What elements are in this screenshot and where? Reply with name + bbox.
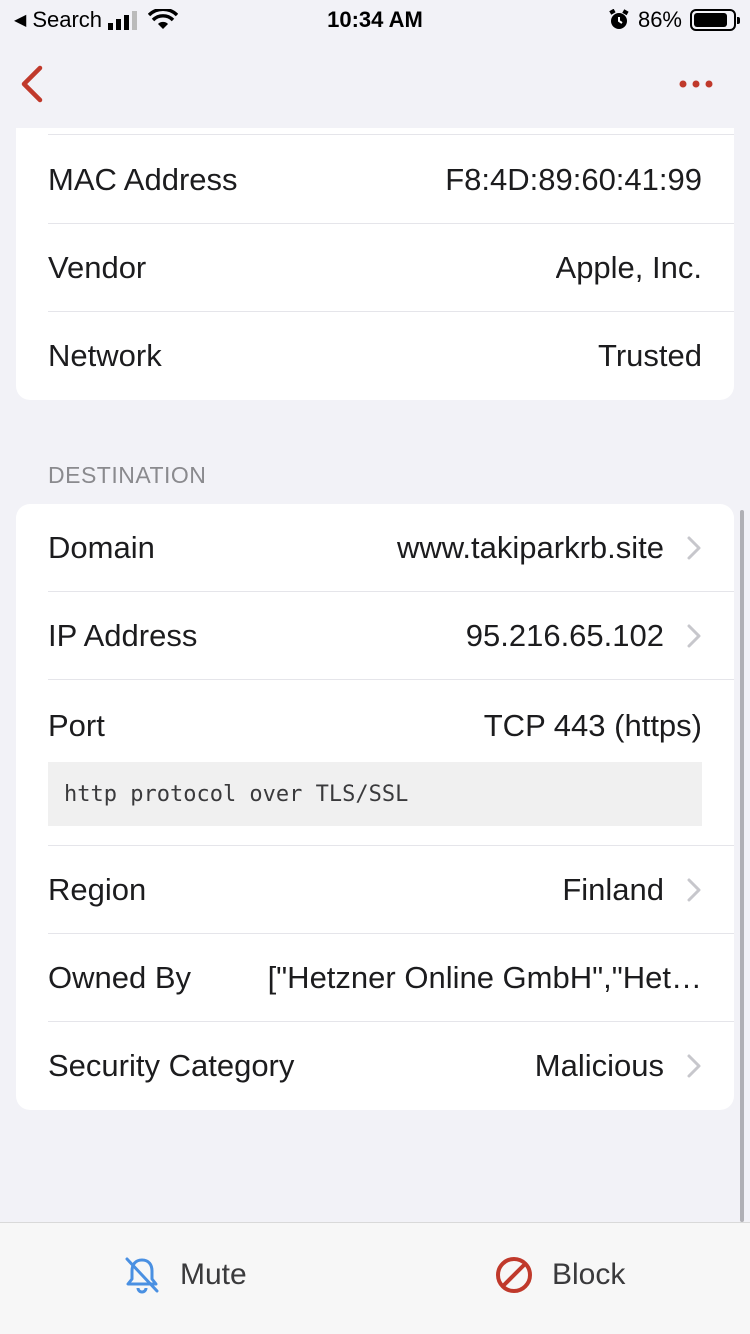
row-label: Domain: [48, 529, 155, 565]
block-button[interactable]: Block: [494, 1255, 625, 1295]
chevron-right-icon: [687, 624, 701, 647]
mute-label: Mute: [180, 1258, 247, 1291]
chevron-right-icon: [687, 536, 701, 559]
row-domain[interactable]: Domain www.takiparkrb.site: [48, 504, 734, 592]
bottom-toolbar: Mute Block: [0, 1222, 750, 1334]
row-label: Security Category: [48, 1048, 295, 1083]
port-description: http protocol over TLS/SSL: [48, 762, 702, 826]
device-details-card: MAC Address F8:4D:89:60:41:99 Vendor App…: [16, 128, 734, 400]
back-chevron-icon[interactable]: [14, 64, 54, 104]
row-network: Network Trusted: [48, 312, 734, 400]
row-region[interactable]: Region Finland: [48, 846, 734, 934]
row-label: Region: [48, 871, 147, 907]
battery-percent: 86%: [637, 7, 682, 32]
row-value: Trusted: [598, 338, 702, 373]
row-vendor: Vendor Apple, Inc.: [48, 224, 734, 312]
alarm-icon: [609, 9, 629, 29]
section-header-destination: DESTINATION: [48, 462, 207, 488]
destination-card: Domain www.takiparkrb.site IP Address 95…: [16, 504, 734, 1110]
chevron-right-icon: [687, 1054, 701, 1078]
row-value: ["Hetzner Online GmbH","Het…: [267, 959, 702, 995]
battery-level-fill: [694, 13, 727, 27]
prohibited-icon: [496, 1257, 532, 1293]
row-label: Vendor: [48, 249, 147, 285]
row-value: Apple, Inc.: [555, 249, 702, 285]
row-value: 95.216.65.102: [465, 617, 664, 653]
row-label: IP Address: [48, 617, 198, 653]
block-label: Block: [552, 1258, 626, 1291]
status-bar: ◀ Search 10:34 AM 86%: [0, 0, 750, 40]
chevron-right-icon: [687, 878, 701, 901]
row-label: Port: [48, 708, 105, 743]
row-label: Owned By: [48, 959, 192, 995]
row-mac-address: MAC Address F8:4D:89:60:41:99: [48, 136, 734, 224]
battery-icon: [690, 9, 740, 31]
bell-slash-icon: [125, 1257, 159, 1294]
row-value: Finland: [562, 871, 664, 907]
row-ip-address[interactable]: IP Address 95.216.65.102: [48, 592, 734, 680]
scrollbar[interactable]: [740, 510, 744, 1222]
row-value: F8:4D:89:60:41:99: [445, 161, 702, 197]
row-value: TCP 443 (https): [483, 708, 702, 743]
row-value: www.takiparkrb.site: [396, 529, 664, 565]
row-owned-by: Owned By ["Hetzner Online GmbH","Het…: [48, 934, 734, 1022]
row-security-category[interactable]: Security Category Malicious: [48, 1022, 734, 1110]
row-label: MAC Address: [48, 161, 238, 197]
divider: [48, 134, 734, 135]
mute-button[interactable]: Mute: [122, 1255, 247, 1295]
more-ellipsis-icon[interactable]: [678, 78, 714, 90]
row-label: Network: [48, 338, 162, 373]
row-value: Malicious: [534, 1048, 664, 1083]
navigation-bar: [0, 40, 750, 128]
